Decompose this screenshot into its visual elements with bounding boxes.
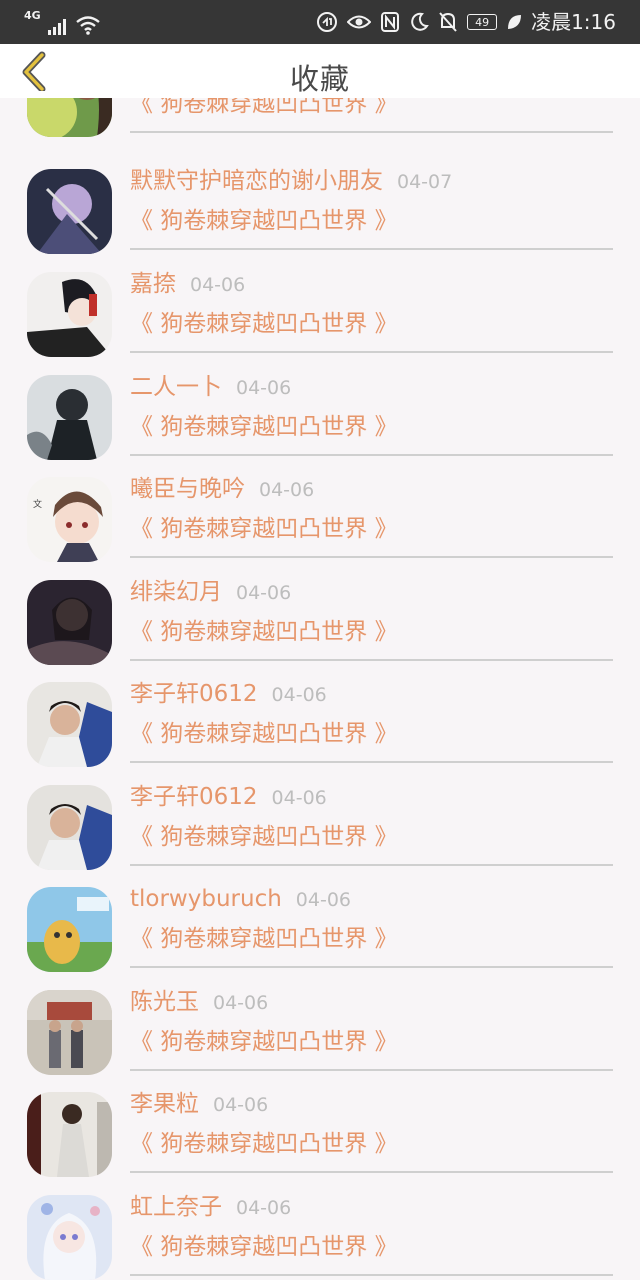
nfc-icon <box>381 12 400 32</box>
signal-icon <box>47 19 66 35</box>
item-date: 04-06 <box>190 274 246 296</box>
book-title[interactable]: 《 狗卷棘穿越凹凸世界 》 <box>130 617 398 647</box>
divider <box>130 864 613 866</box>
status-left: 4G <box>24 10 101 35</box>
list-item[interactable]: 默默守护暗恋的谢小朋友 04-07 《 狗卷棘穿越凹凸世界 》 <box>0 151 640 254</box>
avatar[interactable] <box>27 1195 112 1280</box>
wifi-icon <box>75 16 100 35</box>
divider <box>130 761 613 763</box>
avatar[interactable] <box>27 580 112 665</box>
user-name[interactable]: 李子轩0612 04-06 <box>130 679 327 710</box>
app-header: 收藏 <box>0 44 640 98</box>
sync-icon <box>317 12 338 32</box>
status-right: 49 凌晨1:16 <box>316 9 616 35</box>
list-item[interactable]: 嘉捺 04-06 《 狗卷棘穿越凹凸世界 》 <box>0 254 640 357</box>
item-date: 04-06 <box>271 684 327 706</box>
divider <box>130 1069 613 1071</box>
user-name[interactable]: 二人一卜 04-06 <box>130 372 291 403</box>
divider <box>130 131 613 133</box>
divider <box>130 1171 613 1173</box>
user-name[interactable]: 陈光玉 04-06 <box>130 987 268 1018</box>
network-type: 4G <box>24 9 41 22</box>
book-title[interactable]: 《 狗卷棘穿越凹凸世界 》 <box>130 309 398 339</box>
avatar[interactable] <box>27 272 112 357</box>
list-item[interactable]: 二人一卜 04-06 《 狗卷棘穿越凹凸世界 》 <box>0 357 640 460</box>
avatar[interactable] <box>27 887 112 972</box>
user-name[interactable]: tlorwyburuch 04-06 <box>130 884 351 915</box>
list-item[interactable]: 绯柒幻月 04-06 《 狗卷棘穿越凹凸世界 》 <box>0 562 640 665</box>
item-date: 04-06 <box>213 992 269 1014</box>
eye-icon <box>347 15 372 29</box>
list-item[interactable]: 虹上奈子 04-06 《 狗卷棘穿越凹凸世界 》 <box>0 1177 640 1280</box>
item-date: 04-06 <box>236 582 292 604</box>
list-item[interactable]: 李子轩0612 04-06 《 狗卷棘穿越凹凸世界 》 <box>0 767 640 870</box>
item-date: 04-07 <box>397 171 453 193</box>
svg-text:文: 文 <box>33 498 42 510</box>
avatar[interactable] <box>27 1092 112 1177</box>
book-title[interactable]: 《 狗卷棘穿越凹凸世界 》 <box>130 822 398 852</box>
divider <box>130 351 613 353</box>
item-date: 04-06 <box>213 1094 269 1116</box>
battery-icon: 49 <box>467 14 498 30</box>
page-title: 收藏 <box>289 62 350 96</box>
user-name[interactable]: 李果粒 04-06 <box>130 1089 268 1120</box>
avatar[interactable] <box>27 990 112 1075</box>
divider <box>130 454 613 456</box>
book-title[interactable]: 《 狗卷棘穿越凹凸世界 》 <box>130 1232 398 1262</box>
list-item[interactable]: 李果粒 04-06 《 狗卷棘穿越凹凸世界 》 <box>0 1074 640 1177</box>
divider <box>130 659 613 661</box>
user-name[interactable]: 默默守护暗恋的谢小朋友 04-07 <box>130 166 452 197</box>
clock: 凌晨1:16 <box>531 10 616 34</box>
avatar[interactable] <box>27 375 112 460</box>
item-date: 04-06 <box>295 889 352 911</box>
user-name[interactable]: 虹上奈子 04-06 <box>130 1192 291 1223</box>
book-title[interactable]: 《 狗卷棘穿越凹凸世界 》 <box>130 412 398 442</box>
book-title[interactable]: 《 狗卷棘穿越凹凸世界 》 <box>130 719 398 749</box>
moon-icon <box>411 12 429 31</box>
book-title[interactable]: 《 狗卷棘穿越凹凸世界 》 <box>130 1129 398 1159</box>
list-item[interactable]: 文 曦臣与晚吟 04-06 《 狗卷棘穿越凹凸世界 》 <box>0 459 640 562</box>
avatar[interactable] <box>27 682 112 767</box>
divider <box>130 1274 613 1276</box>
user-name[interactable]: 绯柒幻月 04-06 <box>130 577 291 608</box>
avatar[interactable] <box>27 785 112 870</box>
book-title[interactable]: 《 狗卷棘穿越凹凸世界 》 <box>130 206 398 236</box>
leaf-icon <box>508 15 522 29</box>
divider <box>130 248 613 250</box>
avatar[interactable]: 文 <box>27 477 112 562</box>
user-name[interactable]: 李子轩0612 04-06 <box>130 782 327 813</box>
divider <box>130 556 613 558</box>
divider <box>130 966 613 968</box>
item-date: 04-06 <box>259 479 315 501</box>
book-title[interactable]: 《 狗卷棘穿越凹凸世界 》 <box>130 924 398 954</box>
item-date: 04-06 <box>236 1197 292 1219</box>
book-title[interactable]: 《 狗卷棘穿越凹凸世界 》 <box>130 1027 398 1057</box>
avatar[interactable] <box>27 169 112 254</box>
item-date: 04-06 <box>236 377 292 399</box>
mute-icon <box>439 12 457 32</box>
list-item[interactable]: tlorwyburuch 04-06 《 狗卷棘穿越凹凸世界 》 <box>0 869 640 972</box>
list-item[interactable]: 陈光玉 04-06 《 狗卷棘穿越凹凸世界 》 <box>0 972 640 1075</box>
user-name[interactable]: 嘉捺 04-06 <box>130 269 245 300</box>
user-name[interactable]: 曦臣与晚吟 04-06 <box>130 474 314 505</box>
book-title[interactable]: 《 狗卷棘穿越凹凸世界 》 <box>130 514 398 544</box>
item-date: 04-06 <box>271 787 327 809</box>
list-item[interactable]: 李子轩0612 04-06 《 狗卷棘穿越凹凸世界 》 <box>0 664 640 767</box>
